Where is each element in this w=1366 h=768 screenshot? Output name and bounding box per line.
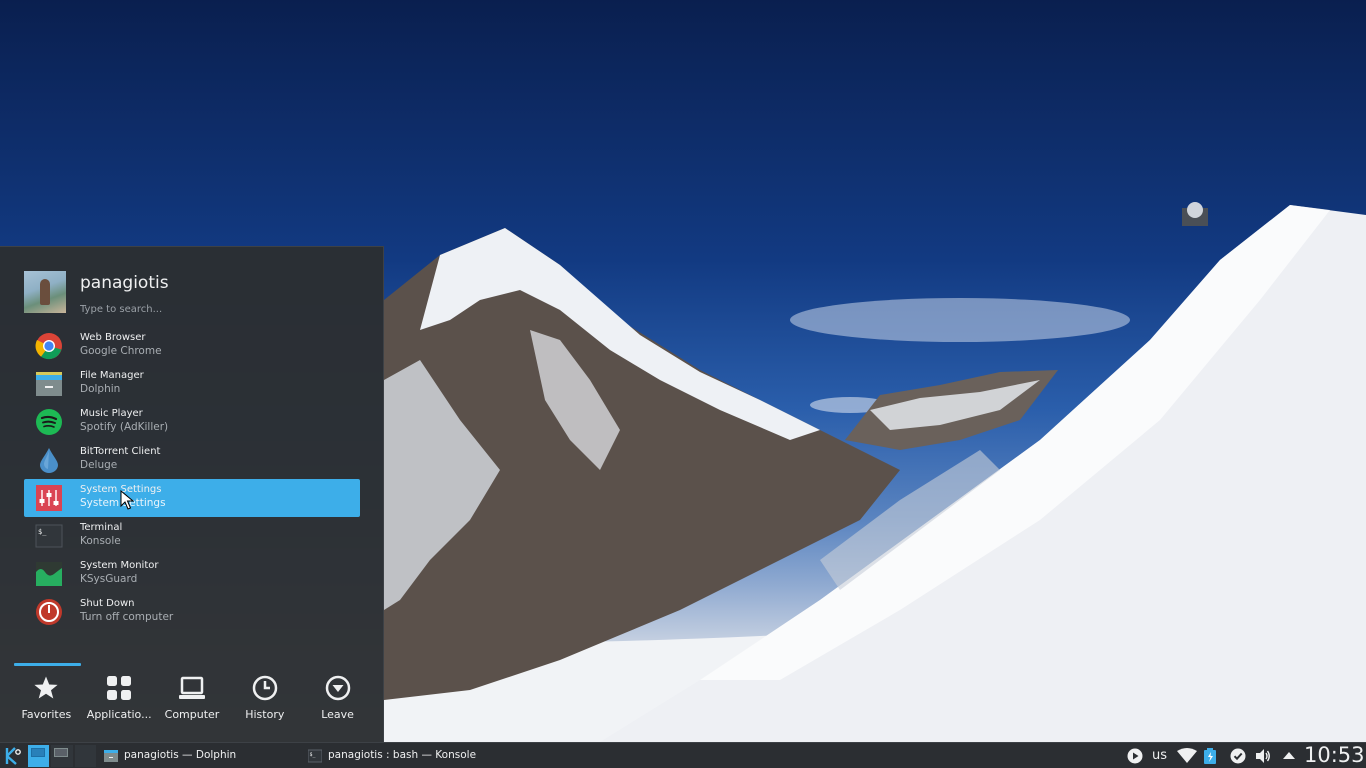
folder-icon (104, 750, 118, 762)
task-label: panagiotis — Dolphin (124, 749, 237, 761)
favorite-web-browser[interactable]: Web Browser Google Chrome (24, 327, 360, 365)
favorite-subtitle: Turn off computer (80, 611, 174, 623)
kde-launcher-icon[interactable] (2, 745, 24, 767)
favorite-title: System Monitor (80, 560, 159, 571)
svg-text:$_: $_ (38, 528, 47, 536)
favorite-title: Web Browser (80, 332, 146, 343)
favorite-title: Shut Down (80, 598, 135, 609)
avatar[interactable] (24, 271, 66, 313)
tab-label: Computer (164, 708, 220, 721)
deluge-icon (40, 448, 58, 473)
digital-clock[interactable]: 10:53 (1304, 743, 1365, 767)
desktop-2[interactable] (51, 745, 73, 767)
battery-icon[interactable] (1203, 748, 1217, 764)
favorite-system-settings[interactable]: System Settings System Settings (24, 479, 360, 517)
tab-applications[interactable]: Applicatio... (83, 671, 156, 731)
wifi-icon[interactable] (1177, 748, 1197, 764)
notifications-check-icon[interactable] (1230, 748, 1246, 764)
terminal-icon: $_ (308, 749, 322, 763)
spotify-icon (36, 409, 62, 435)
favorite-music-player[interactable]: Music Player Spotify (AdKiller) (24, 403, 360, 441)
terminal-icon: $_ (35, 524, 63, 548)
tab-label: Favorites (21, 708, 72, 721)
username: panagiotis (80, 273, 169, 293)
tab-favorites[interactable]: Favorites (10, 671, 83, 731)
laptop-icon (178, 676, 205, 699)
svg-text:$_: $_ (310, 752, 317, 758)
media-player-icon[interactable] (1127, 748, 1143, 764)
taskbar: panagiotis — Dolphin $_ panagiotis : bas… (0, 742, 1366, 768)
tab-label: Leave (321, 708, 354, 721)
chrome-icon (35, 333, 62, 360)
favorite-subtitle: Dolphin (80, 383, 121, 395)
clock-icon (252, 675, 278, 701)
tab-label: Applicatio... (86, 708, 152, 721)
user-header: panagiotis (24, 271, 364, 317)
favorite-title: Terminal (80, 522, 123, 533)
star-icon (34, 676, 58, 699)
tab-history[interactable]: History (228, 671, 301, 731)
search-input[interactable] (80, 301, 360, 317)
favorite-title: Music Player (80, 408, 143, 419)
desktop-1[interactable] (28, 745, 50, 767)
favorite-shut-down[interactable]: Shut Down Turn off computer (24, 593, 360, 631)
favorite-title: BitTorrent Client (80, 446, 161, 457)
power-icon (36, 599, 62, 625)
volume-icon[interactable] (1255, 748, 1271, 764)
favorite-subtitle: Spotify (AdKiller) (80, 421, 169, 433)
keyboard-layout-indicator[interactable]: us (1152, 748, 1167, 763)
active-tab-indicator (14, 663, 81, 666)
virtual-desktop-pager (28, 745, 96, 767)
favorite-bittorrent-client[interactable]: BitTorrent Client Deluge (24, 441, 360, 479)
favorite-subtitle: Google Chrome (80, 345, 162, 357)
grid-icon (107, 676, 132, 700)
desktop-3[interactable] (74, 745, 96, 767)
favorite-subtitle: KSysGuard (80, 573, 138, 585)
launcher-tabbar: Favorites Applicatio... Computer History… (10, 671, 374, 731)
favorite-terminal[interactable]: $_ Terminal Konsole (24, 517, 360, 555)
leave-icon (325, 675, 350, 701)
tab-computer[interactable]: Computer (156, 671, 229, 731)
tab-label: History (245, 708, 285, 721)
tray-expand-arrow-icon[interactable] (1282, 748, 1296, 764)
monitor-icon (36, 562, 62, 586)
folder-icon (36, 372, 62, 396)
favorite-title: File Manager (80, 370, 144, 381)
tab-leave[interactable]: Leave (301, 671, 374, 731)
task-dolphin[interactable]: panagiotis — Dolphin (100, 745, 300, 767)
settings-icon (36, 485, 62, 511)
favorite-file-manager[interactable]: File Manager Dolphin (24, 365, 360, 403)
favorite-system-monitor[interactable]: System Monitor KSysGuard (24, 555, 360, 593)
favorite-subtitle: Konsole (80, 535, 121, 547)
task-konsole[interactable]: $_ panagiotis : bash — Konsole (304, 745, 504, 767)
favorite-subtitle: Deluge (80, 459, 118, 471)
favorites-list: Web Browser Google Chrome File Manager D… (24, 327, 360, 631)
mouse-cursor-icon (120, 490, 134, 510)
application-launcher: panagiotis Web Browser Google Chrome Fil… (0, 246, 384, 742)
task-label: panagiotis : bash — Konsole (328, 749, 477, 761)
